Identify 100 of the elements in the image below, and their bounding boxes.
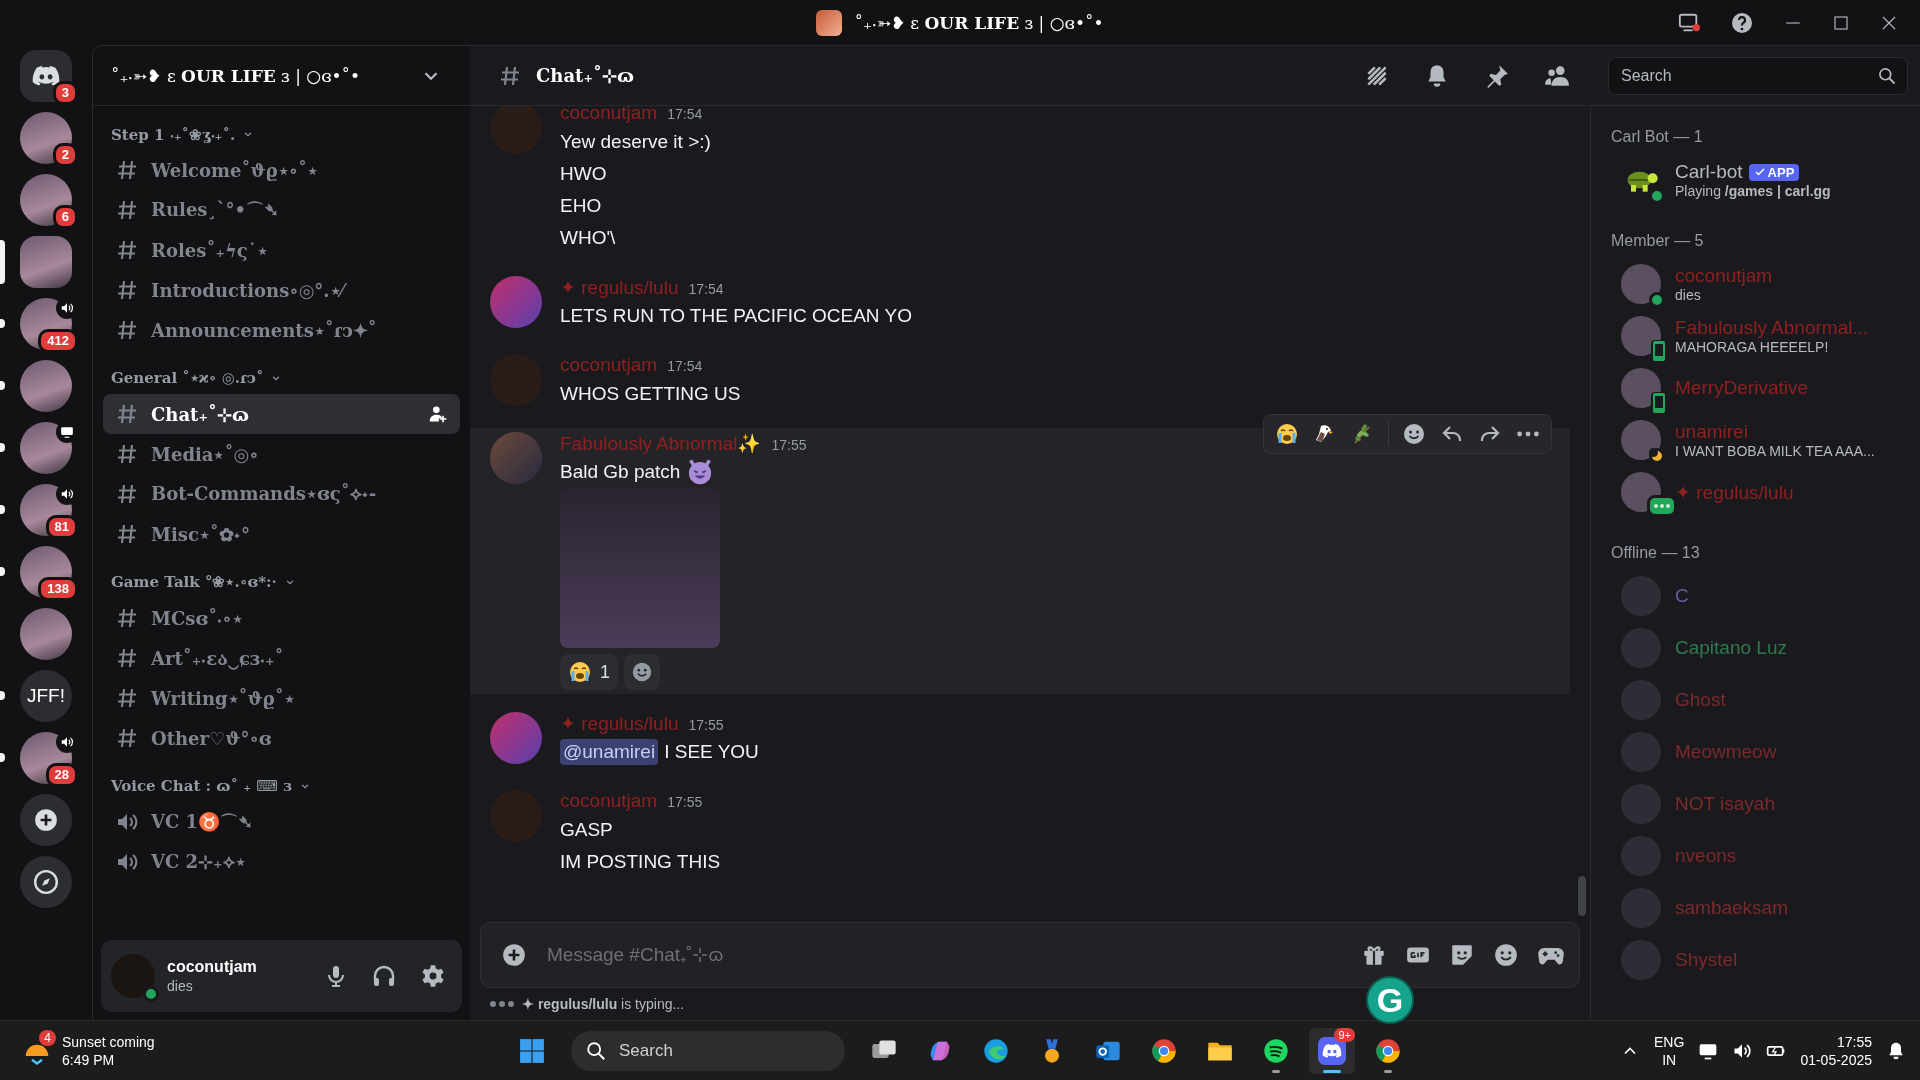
- channel-item[interactable]: Art˚₊‧ɛა‿ɕɜ‧₊˚: [103, 638, 460, 678]
- server-name[interactable]: ˚₊‧➳❥ ɛ OUR LIFE ɜ | ○ɞ•˚•: [111, 64, 361, 87]
- hash-icon: [115, 198, 139, 222]
- member-activity: MAHORAGA HEEEELP!: [1675, 339, 1830, 355]
- settings-icon: [420, 963, 446, 989]
- notification-badge: 6: [52, 205, 78, 229]
- member-item[interactable]: Fabulously Abnormal... MAHORAGA HEEEELP!: [1611, 310, 1912, 362]
- message-text: WHOS GETTING US: [560, 382, 741, 406]
- language-indicator[interactable]: ENG IN: [1654, 1032, 1685, 1069]
- smiley-icon: [1402, 422, 1426, 446]
- weather-title: Sunset coming: [62, 1032, 155, 1051]
- channel-item[interactable]: MCsɞ˚‧∘⋆: [103, 598, 460, 638]
- hash-icon: [115, 318, 139, 342]
- chrome-icon: [1374, 1036, 1402, 1065]
- server-icon[interactable]: [20, 112, 72, 164]
- app-tag: APP: [1748, 163, 1800, 181]
- window-title: ˚₊‧➳❥ ɛ OUR LIFE ɜ | ○ɞ•˚•: [854, 12, 1104, 34]
- category-header[interactable]: Voice Chat : ɷ˚ ₊ ⌨ ɜ: [111, 777, 292, 795]
- channel-item[interactable]: Bot-Commands⋆ɞς˚⟡˖-: [103, 474, 460, 514]
- attach-button[interactable]: [501, 942, 527, 968]
- home-button[interactable]: [20, 50, 72, 102]
- clock[interactable]: 17:55 01-05-2025: [1800, 1032, 1872, 1069]
- chrome-icon: [1150, 1036, 1178, 1065]
- channel-title: Chat₊˚⊹ɷ: [536, 65, 635, 86]
- add-server-button[interactable]: [20, 794, 72, 846]
- member-item[interactable]: C: [1611, 570, 1912, 622]
- server-icon[interactable]: [20, 608, 72, 660]
- emoji-button[interactable]: [1493, 942, 1519, 968]
- channel-item[interactable]: Other♡ϑ°∘ɞ: [103, 718, 460, 758]
- notification-badge: 4: [39, 1029, 56, 1046]
- member-name: Capitano Luz: [1675, 637, 1787, 659]
- user-avatar[interactable]: [490, 712, 542, 764]
- channel-item[interactable]: Rules¸`°•⌒➴: [103, 190, 460, 230]
- channel-item[interactable]: Writing⋆˚ϑϱ˚⋆: [103, 678, 460, 718]
- server-icon[interactable]: [20, 360, 72, 412]
- windows-logo-icon: [519, 1037, 545, 1064]
- maximize-icon[interactable]: [1832, 13, 1850, 32]
- server-icon[interactable]: [20, 236, 72, 288]
- smiley-icon: [631, 661, 653, 683]
- crying-face-icon: [1275, 422, 1299, 446]
- search-field[interactable]: Search: [1608, 56, 1908, 95]
- member-item[interactable]: Capitano Luz: [1611, 622, 1912, 674]
- search-input[interactable]: Search: [1619, 65, 1877, 86]
- server-icon[interactable]: JFF!: [20, 670, 72, 722]
- message-text: I SEE YOU: [664, 740, 759, 764]
- spotify-icon: [1262, 1036, 1290, 1065]
- message-box[interactable]: Message #Chat₊˚⊹ɷ: [480, 922, 1580, 988]
- channel-item[interactable]: Roles˚₊ϟς˙⋆: [103, 230, 460, 270]
- channel-item[interactable]: VC 2⊹₊⟡⋆: [103, 842, 460, 882]
- add-member-icon[interactable]: [428, 404, 448, 424]
- channel-item[interactable]: Misc⋆˚✿˖°: [103, 514, 460, 554]
- member-name: ✦ regulus/lulu: [1675, 480, 1794, 504]
- member-group-header: Member — 5: [1611, 232, 1705, 250]
- explore-button[interactable]: [20, 856, 72, 908]
- inbox-monitor-icon[interactable]: [1678, 11, 1700, 34]
- user-avatar[interactable]: [490, 276, 542, 328]
- sticker-icon: [1449, 942, 1475, 968]
- server-icon[interactable]: [20, 422, 72, 474]
- channel-item[interactable]: Chat₊˚⊹ɷ: [103, 394, 460, 434]
- category-header[interactable]: General ˚⋆ϰ∘ ◎.ɾↄ˚: [111, 369, 264, 387]
- member-name: nveons: [1675, 845, 1737, 867]
- member-item[interactable]: coconutjam dies: [1611, 258, 1912, 310]
- message-time: 17:54: [667, 358, 703, 374]
- hash-icon: [115, 442, 139, 466]
- username: coconutjam: [167, 958, 258, 976]
- hash-icon: [115, 158, 139, 182]
- channel-item[interactable]: VC 1♉⌒➴: [103, 802, 460, 842]
- taskbar-search-field[interactable]: Search: [571, 1030, 845, 1071]
- message-text: WHO'\: [560, 226, 616, 250]
- hash-icon: [115, 606, 139, 630]
- check-icon: [1753, 166, 1766, 178]
- sticker-button[interactable]: [1449, 942, 1475, 968]
- message-input[interactable]: Message #Chat₊˚⊹ɷ: [545, 943, 1343, 967]
- hash-icon: [115, 726, 139, 750]
- notification-badge: 2: [52, 143, 78, 167]
- channel-item[interactable]: Media⋆˚◎∘: [103, 434, 460, 474]
- search-input[interactable]: Search: [617, 1039, 831, 1062]
- plus-icon: [501, 942, 527, 968]
- message-time: 17:55: [688, 717, 724, 733]
- crying-face-icon: [568, 660, 592, 684]
- hash-icon: [115, 278, 139, 302]
- edge-icon: [982, 1036, 1010, 1065]
- scrollbar-thumb[interactable]: [1578, 876, 1586, 916]
- category-header[interactable]: Game Talk °❀⋆.∘ɞ*:·: [111, 573, 277, 591]
- channel-item[interactable]: Welcome˚ϑϱ⋆∘˚⋆: [103, 150, 460, 190]
- member-name: NOT isayah: [1675, 793, 1775, 815]
- help-icon[interactable]: [1730, 10, 1754, 35]
- member-item[interactable]: Carl-bot APP Playing /games | carl.gg: [1611, 154, 1912, 206]
- add-reaction-button[interactable]: [624, 654, 660, 690]
- message-text: IM POSTING THIS: [560, 850, 721, 874]
- reaction-button[interactable]: 1: [560, 654, 618, 690]
- category-header[interactable]: Step 1 ‧₊˚❀ʓ‧₊˚.: [111, 124, 236, 144]
- channel-item[interactable]: Introductions∘◎°.⋆⁄: [103, 270, 460, 310]
- taskbar-app-button[interactable]: 9+: [1309, 1027, 1355, 1074]
- server-icon[interactable]: [20, 174, 72, 226]
- mention-link[interactable]: @unamirei: [560, 739, 659, 765]
- channel-item[interactable]: Announcements⋆˚ɾↄ✦˚: [103, 310, 460, 350]
- member-name: Carl-bot: [1675, 161, 1743, 183]
- notification-badge: 81: [45, 515, 78, 539]
- member-item[interactable]: unamirei I WANT BOBA MILK TEA AAA...: [1611, 414, 1912, 466]
